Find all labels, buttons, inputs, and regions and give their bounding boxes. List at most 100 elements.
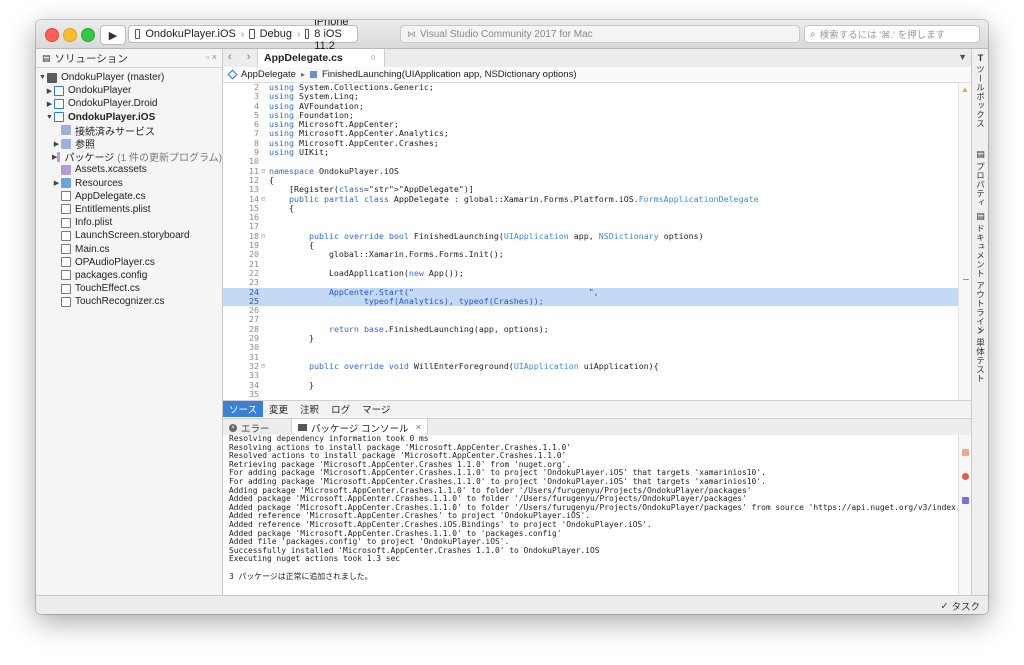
tree-item[interactable]: ▼ OndokuPlayer.iOS	[36, 111, 222, 124]
tree-item[interactable]: ▶ 参照	[36, 137, 222, 151]
tree-item[interactable]: ▼ OndokuPlayer (master)	[36, 71, 222, 84]
tree-item-label: Entitlements.plist	[75, 203, 151, 215]
minimize-window-button[interactable]	[63, 28, 77, 42]
tree-item[interactable]: TouchRecognizer.cs	[36, 295, 222, 308]
tab-package-console[interactable]: パッケージ コンソール ×	[291, 419, 429, 436]
disclosure-open-icon[interactable]: ▼	[45, 114, 54, 121]
code-line[interactable]: 25 typeof(Analytics), typeof(Crashes));	[223, 295, 958, 307]
vs-logo-icon: ⋈	[407, 28, 416, 39]
phone-icon	[305, 29, 310, 39]
editor-view-tab[interactable]: ログ	[325, 401, 356, 417]
toolbox-pad-button[interactable]: T ツールボックス	[972, 53, 988, 128]
code-line[interactable]: 33	[223, 370, 958, 380]
tab-overflow-icon[interactable]: ▼	[958, 52, 967, 62]
code-text: public override bool FinishedLaunching(U…	[308, 230, 704, 241]
properties-pad-button[interactable]: ▤ プロパティ	[972, 149, 988, 207]
code-line[interactable]: 30	[223, 343, 958, 353]
folder-icon	[61, 138, 71, 149]
editor-tab-bar: ‹ › AppDelegate.cs ○ ▼	[223, 49, 971, 68]
device-selector[interactable]: iPhone 8 iOS 11.2	[314, 20, 357, 52]
tab-navigation-arrows[interactable]: ‹ ›	[228, 51, 256, 63]
tree-item[interactable]: Info.plist	[36, 216, 222, 229]
tree-item[interactable]: OPAudioPlayer.cs	[36, 256, 222, 269]
code-line[interactable]: 16	[223, 212, 958, 222]
project-selector[interactable]: OndokuPlayer.iOS	[145, 28, 236, 40]
disclosure-open-icon[interactable]: ▼	[38, 74, 47, 81]
document-outline-pad-button[interactable]: ▤ ドキュメント アウトライン	[972, 211, 988, 335]
stop-icon[interactable]	[962, 473, 969, 480]
code-line[interactable]: 11 ⊟ namespace OndokuPlayer.iOS	[223, 166, 958, 176]
tree-item-label: TouchEffect.cs	[75, 283, 140, 295]
tasks-button[interactable]: ✓ タスク	[941, 599, 980, 614]
tab-errors[interactable]: × エラー	[223, 419, 276, 436]
code-line[interactable]: 20 global::Xamarin.Forms.Forms.Init();	[223, 250, 958, 260]
code-line[interactable]: 29 }	[223, 333, 958, 343]
fold-toggle-icon[interactable]: ⊟	[261, 362, 269, 371]
clear-console-icon[interactable]	[962, 449, 969, 456]
overview-ruler[interactable]: ▲	[958, 83, 972, 400]
disclosure-closed-icon[interactable]: ▶	[45, 87, 54, 95]
disclosure-closed-icon[interactable]: ▶	[52, 140, 61, 148]
package-console-output[interactable]: Resolving dependency information took 0 …	[223, 435, 958, 595]
tree-item[interactable]: AppDelegate.cs	[36, 190, 222, 203]
pad-controls[interactable]: ▫ ×	[206, 52, 217, 62]
code-line[interactable]: 8 using Microsoft.AppCenter.Crashes;	[223, 138, 958, 148]
editor-view-tab[interactable]: 変更	[263, 401, 294, 417]
pin-icon[interactable]	[962, 497, 969, 504]
package-icon	[298, 424, 307, 431]
configuration-selector[interactable]: Debug	[260, 28, 292, 40]
code-line[interactable]: 22 LoadApplication(new App());	[223, 268, 958, 278]
close-tab-icon[interactable]: ×	[415, 422, 421, 433]
editor-view-tab[interactable]: ソース	[223, 401, 264, 417]
run-configuration-selector[interactable]: OndokuPlayer.iOS › Debug › iPhone 8 iOS …	[128, 20, 358, 52]
code-line[interactable]: 26	[223, 305, 958, 315]
tree-item[interactable]: TouchEffect.cs	[36, 282, 222, 295]
code-line[interactable]: 14 ⊟ public partial class AppDelegate : g…	[223, 194, 958, 204]
code-line[interactable]: 28 return base.FinishedLaunching(app, op…	[223, 324, 958, 334]
tree-item[interactable]: Entitlements.plist	[36, 203, 222, 216]
tree-item[interactable]: Main.cs	[36, 242, 222, 255]
breadcrumb-method[interactable]: FinishedLaunching(UIApplication app, NSD…	[322, 69, 577, 80]
ruler-marker[interactable]	[963, 279, 969, 280]
tree-item-label: packages.config	[75, 269, 148, 281]
tree-item[interactable]: ▶ OndokuPlayer.Droid	[36, 97, 222, 110]
console-toolbar	[958, 435, 972, 595]
warning-icon[interactable]: ▲	[961, 85, 969, 94]
tree-item-label: パッケージ	[64, 153, 115, 165]
tree-item[interactable]: ▶ Resources	[36, 177, 222, 190]
tree-item[interactable]: 接続済みサービス	[36, 124, 222, 138]
tree-item[interactable]: Assets.xcassets	[36, 163, 222, 176]
editor-view-tab[interactable]: マージ	[356, 401, 396, 417]
tree-item[interactable]: LaunchScreen.storyboard	[36, 229, 222, 242]
toolbar: ▶ OndokuPlayer.iOS › Debug › iPhone 8 iO…	[36, 20, 988, 52]
close-window-button[interactable]	[45, 28, 59, 42]
code-line[interactable]: 15 {	[223, 203, 958, 213]
maximize-window-button[interactable]	[81, 28, 95, 42]
editor-view-tab[interactable]: 注釈	[294, 401, 325, 417]
folder-icon	[61, 125, 71, 136]
file-icon	[61, 270, 71, 281]
run-button[interactable]: ▶	[100, 25, 126, 45]
console-line: 3 パッケージは正常に追加されました。	[229, 571, 373, 581]
code-editor[interactable]: 2 using System.Collections.Generic; 3 using…	[223, 83, 958, 400]
tree-item[interactable]: ▶ OndokuPlayer	[36, 84, 222, 97]
code-line[interactable]: 32 ⊟ public override void WillEnterForegr…	[223, 361, 958, 371]
project-icon	[54, 112, 64, 123]
code-line[interactable]: 18 ⊟ public override bool FinishedLaunchi…	[223, 230, 958, 241]
search-input[interactable]: ⌕ 検索するには '⌘.' を押します	[804, 25, 980, 43]
unit-test-pad-button[interactable]: ⚡ 単体テスト	[972, 325, 988, 383]
code-line[interactable]: 9 using UIKit;	[223, 147, 958, 157]
code-text: typeof(Analytics), typeof(Crashes));	[269, 295, 544, 306]
breadcrumb-class[interactable]: AppDelegate	[241, 69, 296, 80]
fold-toggle-icon[interactable]: ⊟	[261, 167, 269, 176]
code-line[interactable]: 34 }	[223, 380, 958, 390]
disclosure-closed-icon[interactable]: ▶	[45, 100, 54, 108]
tree-item[interactable]: ▶ パッケージ (1 件の更新プログラム)	[36, 150, 222, 165]
fold-toggle-icon[interactable]: ⊟	[261, 232, 269, 241]
close-tab-icon[interactable]: ○	[371, 52, 376, 62]
tab-appdelegate[interactable]: AppDelegate.cs ○	[257, 49, 385, 67]
tree-item[interactable]: packages.config	[36, 269, 222, 282]
fold-toggle-icon[interactable]: ⊟	[261, 195, 269, 204]
tree-item-label: LaunchScreen.storyboard	[75, 230, 190, 242]
disclosure-closed-icon[interactable]: ▶	[52, 179, 61, 187]
